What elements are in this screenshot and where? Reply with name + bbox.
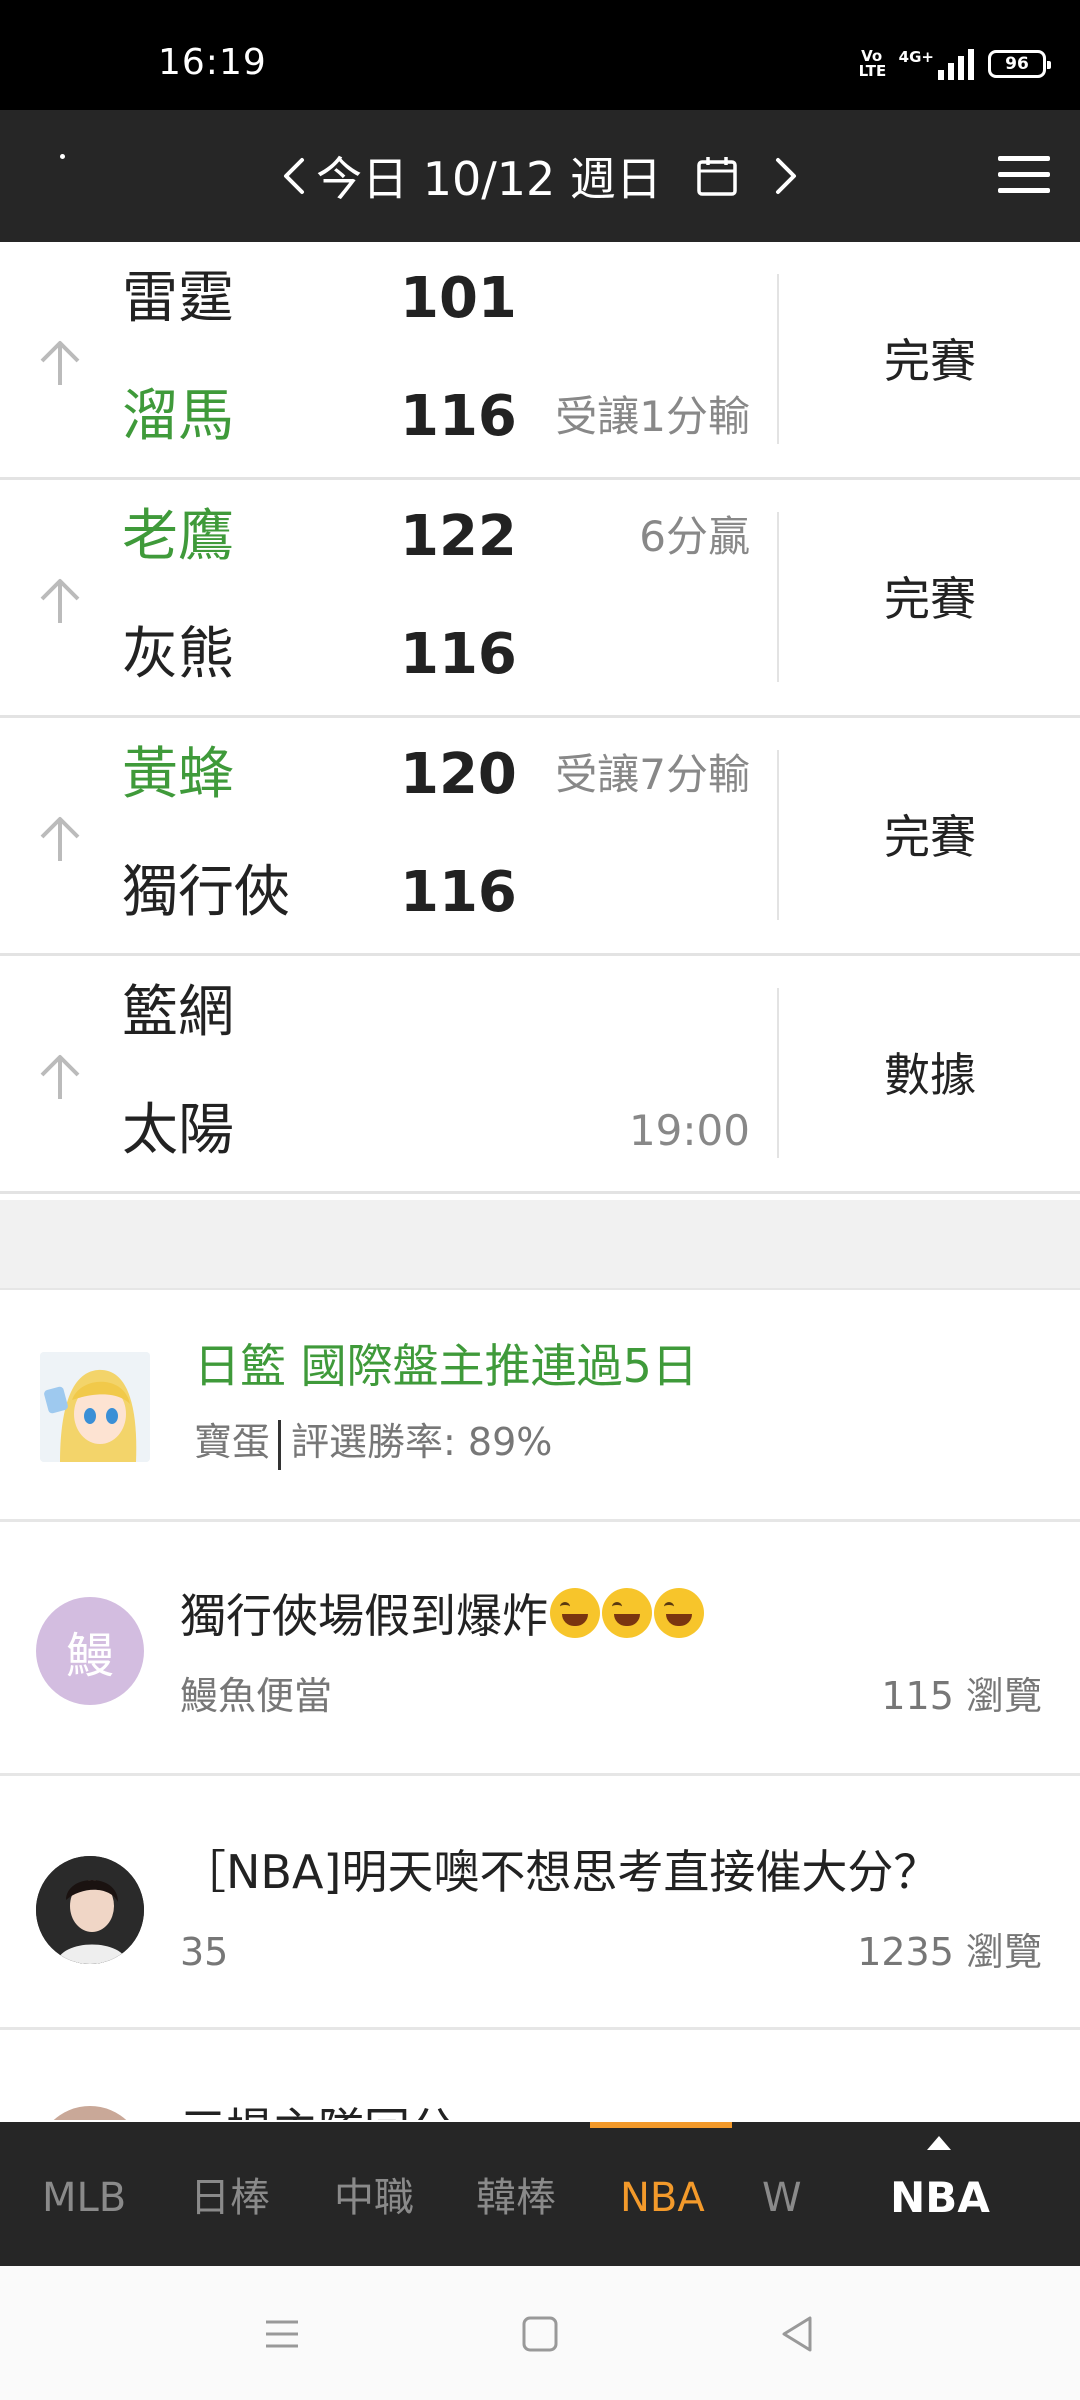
post-title[interactable]: ［NBA]明天噢不想思考直接催大分？ — [180, 1840, 939, 1904]
game-status-button[interactable]: 完賽 — [780, 802, 1080, 872]
pick-post-card[interactable]: 日籃 國際盤主推連過5日 寶蛋 評選勝率: 89% — [0, 1292, 1080, 1522]
game-status-button[interactable]: 完賽 — [780, 564, 1080, 634]
post-title[interactable]: 三場主隊回分 — [180, 2098, 456, 2120]
score-away: 101 — [400, 266, 517, 331]
date-title[interactable]: 今日 10/12 週日 — [316, 143, 662, 209]
current-league-selector[interactable]: NBA — [870, 2170, 1010, 2226]
battery-icon: 96 — [988, 50, 1051, 78]
author-name[interactable]: 35 — [180, 1924, 228, 1980]
tab-kbo[interactable]: 韓棒 — [476, 2170, 556, 2226]
view-count: 115 瀏覽 — [881, 1674, 1042, 1718]
avatar-initial: 鰻 — [65, 1628, 114, 1684]
calendar-icon[interactable] — [696, 155, 738, 197]
game-row[interactable]: 籃網 太陽 19:00 數據 — [0, 956, 1080, 1194]
author-name[interactable]: 寶蛋 — [194, 1420, 270, 1464]
team-away: 籃網 — [122, 980, 234, 1045]
score-away: 120 — [400, 742, 517, 807]
date-navigator: 今日 10/12 週日 — [280, 144, 800, 208]
win-rate: 評選勝率: 89% — [291, 1420, 553, 1464]
status-time: 16:19 — [158, 42, 267, 83]
author-avatar — [36, 1856, 144, 1964]
league-tab-bar: MLB 日棒 中職 韓棒 NBA W NBA — [0, 2122, 1080, 2266]
team-home: 獨行俠 — [122, 860, 290, 925]
prev-day-icon[interactable] — [280, 144, 308, 208]
caret-up-icon — [927, 2136, 951, 2150]
post-title[interactable]: 日籃 國際盤主推連過5日 — [194, 1334, 698, 1398]
recent-apps-icon[interactable] — [258, 2310, 306, 2358]
rofl-emoji-icon — [602, 1588, 652, 1638]
team-home: 灰熊 — [122, 622, 234, 687]
post-title[interactable]: 獨行俠場假到爆炸 — [180, 1584, 704, 1648]
game-start-time: 19:00 — [628, 1106, 750, 1155]
score-home: 116 — [400, 860, 517, 925]
rofl-emoji-icon — [550, 1588, 600, 1638]
system-nav-bar — [0, 2266, 1080, 2400]
network-type: 4G+ — [898, 48, 934, 66]
team-home: 溜馬 — [122, 384, 234, 449]
team-home: 太陽 — [122, 1098, 234, 1163]
score-away: 122 — [400, 504, 517, 569]
view-count: 1235 瀏覽 — [857, 1930, 1042, 1974]
divider — [777, 512, 779, 682]
home-icon[interactable] — [516, 2310, 564, 2358]
post-meta: 寶蛋 評選勝率: 89% — [194, 1414, 552, 1470]
author-avatar — [40, 1352, 150, 1462]
game-row[interactable]: 黃蜂 120 受讓7分輸 獨行俠 116 完賽 — [0, 718, 1080, 956]
tab-w[interactable]: W — [762, 2170, 802, 2226]
author-avatar — [36, 2106, 144, 2120]
author-name[interactable]: 鰻魚便當 — [180, 1668, 332, 1724]
back-icon[interactable] — [774, 2310, 822, 2358]
expand-up-icon[interactable] — [36, 337, 84, 389]
expand-up-icon[interactable] — [36, 575, 84, 627]
expand-up-icon[interactable] — [36, 813, 84, 865]
handicap-note: 受讓7分輸 — [555, 750, 750, 799]
status-indicators: Vo LTE 4G+ 96 — [858, 47, 1051, 80]
tab-nba[interactable]: NBA — [620, 2170, 705, 2226]
forum-post[interactable]: 三場主隊回分 — [0, 2030, 1080, 2120]
next-day-icon[interactable] — [772, 144, 800, 208]
forum-post[interactable]: 鰻 獨行俠場假到爆炸 鰻魚便當 115 瀏覽 — [0, 1522, 1080, 1776]
status-bar: 16:19 Vo LTE 4G+ 96 — [0, 0, 1080, 110]
post-title-text: 獨行俠場假到爆炸 — [180, 1589, 548, 1643]
handicap-note: 受讓1分輸 — [555, 392, 750, 441]
rofl-emoji-icon — [654, 1588, 704, 1638]
game-stats-button[interactable]: 數據 — [780, 1040, 1080, 1110]
game-status-button[interactable]: 完賽 — [780, 326, 1080, 396]
forum-post[interactable]: ［NBA]明天噢不想思考直接催大分？ 35 1235 瀏覽 — [0, 1776, 1080, 2030]
volte-icon: Vo LTE — [858, 47, 887, 80]
top-header: 今日 10/12 週日 — [0, 110, 1080, 242]
score-home: 116 — [400, 622, 517, 687]
team-away: 雷霆 — [122, 266, 234, 331]
author-avatar: 鰻 — [36, 1597, 144, 1705]
divider — [777, 988, 779, 1158]
game-row[interactable]: 雷霆 101 溜馬 116 受讓1分輸 完賽 — [0, 242, 1080, 480]
team-away: 老鷹 — [122, 504, 234, 569]
tab-mlb[interactable]: MLB — [42, 2170, 126, 2226]
game-row[interactable]: 老鷹 122 6分贏 灰熊 116 完賽 — [0, 480, 1080, 718]
active-tab-indicator — [590, 2122, 732, 2128]
games-list: 雷霆 101 溜馬 116 受讓1分輸 完賽 老鷹 122 6分贏 灰熊 116… — [0, 242, 1080, 1194]
score-home: 116 — [400, 384, 517, 449]
header-dot — [60, 154, 65, 159]
handicap-note: 6分贏 — [639, 512, 750, 561]
divider — [777, 750, 779, 920]
divider — [777, 274, 779, 444]
expand-up-icon[interactable] — [36, 1051, 84, 1103]
tab-npb[interactable]: 日棒 — [190, 2170, 270, 2226]
menu-icon[interactable] — [998, 156, 1050, 196]
tab-cpbl[interactable]: 中職 — [334, 2170, 414, 2226]
signal-icon: 4G+ — [899, 48, 974, 80]
team-away: 黃蜂 — [122, 742, 234, 807]
section-gap — [0, 1200, 1080, 1290]
meta-separator — [278, 1419, 282, 1470]
